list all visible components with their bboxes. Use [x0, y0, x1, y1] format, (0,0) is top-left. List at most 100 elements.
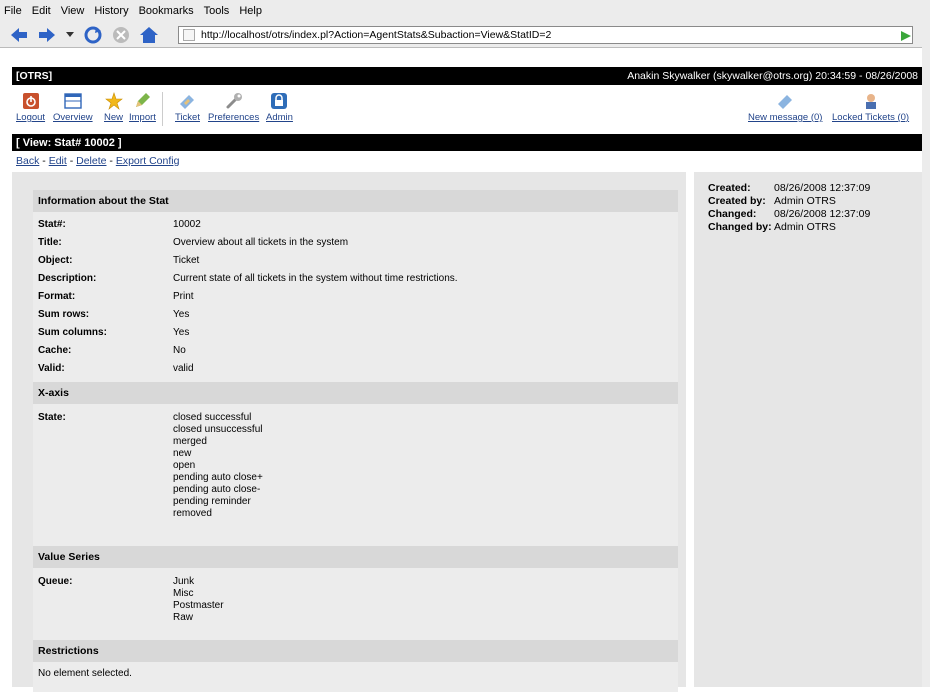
import-link[interactable]: Import	[129, 112, 156, 123]
meta-row: Created: 08/26/2008 12:37:09	[694, 181, 922, 194]
view-title: [ View: Stat# 10002 ]	[16, 136, 122, 149]
meta-key: Changed by:	[708, 220, 772, 233]
page-favicon-icon	[183, 29, 195, 41]
admin-tool[interactable]: Admin	[266, 92, 293, 123]
info-value: 10002	[173, 219, 201, 230]
export-config-link[interactable]: Export Config	[116, 155, 180, 167]
meta-row: Created by: Admin OTRS	[694, 194, 922, 207]
back-link[interactable]: Back	[16, 155, 39, 167]
message-icon	[778, 95, 793, 109]
go-arrow-icon[interactable]	[900, 30, 912, 45]
wrench-icon	[226, 93, 242, 109]
forward-arrow-icon[interactable]	[36, 25, 58, 45]
ticket-tool[interactable]: Ticket	[175, 92, 200, 123]
value-series-key: Queue:	[38, 576, 73, 587]
meta-value: 08/26/2008 12:37:09	[774, 181, 871, 194]
window-edge	[922, 22, 930, 687]
new-link[interactable]: New	[104, 112, 123, 123]
info-value: Yes	[173, 309, 190, 320]
preferences-link[interactable]: Preferences	[208, 112, 259, 123]
logout-tool[interactable]: Logout	[16, 92, 45, 123]
import-tool[interactable]: Import	[129, 92, 156, 123]
user-info: Anakin Skywalker (skywalker@otrs.org) 20…	[627, 70, 918, 82]
separator: -	[39, 155, 49, 167]
value-series-heading: Value Series	[33, 546, 678, 568]
meta-value: 08/26/2008 12:37:09	[774, 207, 871, 220]
menu-view[interactable]: View	[61, 5, 85, 17]
info-key: Title:	[38, 237, 62, 248]
toolbar-divider	[162, 92, 163, 126]
menu-history[interactable]: History	[94, 5, 128, 17]
overview-tool[interactable]: Overview	[53, 92, 93, 123]
lock-icon	[271, 93, 288, 109]
xaxis-row: State: closed successful closed unsucces…	[33, 404, 678, 546]
info-key: Format:	[38, 291, 76, 302]
logout-link[interactable]: Logout	[16, 112, 45, 123]
new-message-link[interactable]: New message (0)	[748, 112, 822, 123]
value-series-value: Postmaster	[173, 600, 224, 611]
home-icon[interactable]	[138, 25, 160, 45]
xaxis-value: pending auto close+	[173, 472, 263, 483]
back-arrow-icon[interactable]	[8, 25, 30, 45]
xaxis-value: pending auto close-	[173, 484, 261, 495]
xaxis-value: new	[173, 448, 192, 459]
xaxis-values: closed successful closed unsuccessful me…	[173, 409, 263, 520]
new-tool[interactable]: New	[104, 92, 123, 123]
app-title: [OTRS]	[16, 70, 53, 82]
otrs-toolbar: Logout Overview New Import Ticket Prefer…	[12, 88, 922, 128]
stat-details-panel: Information about the Stat Stat#: 10002 T…	[12, 172, 686, 692]
menu-file[interactable]: File	[4, 5, 22, 17]
value-series-value: Misc	[173, 588, 194, 599]
restrictions-heading: Restrictions	[33, 640, 678, 662]
menu-bookmarks[interactable]: Bookmarks	[139, 5, 194, 17]
star-icon	[104, 92, 123, 110]
separator: -	[106, 155, 116, 167]
info-row: Object: Ticket	[33, 252, 678, 270]
new-message-tool[interactable]: New message (0)	[748, 92, 822, 123]
xaxis-value: pending reminder	[173, 496, 251, 507]
reload-icon[interactable]	[82, 25, 104, 45]
info-value: Yes	[173, 327, 190, 338]
delete-link[interactable]: Delete	[76, 155, 106, 167]
overview-link[interactable]: Overview	[53, 112, 93, 123]
info-value: Current state of all tickets in the syst…	[173, 273, 458, 284]
xaxis-value: removed	[173, 508, 212, 519]
menu-edit[interactable]: Edit	[32, 5, 51, 17]
history-dropdown-icon[interactable]	[64, 25, 76, 45]
menu-help[interactable]: Help	[239, 5, 262, 17]
info-value: Print	[173, 291, 194, 302]
url-text: http://localhost/otrs/index.pl?Action=Ag…	[201, 29, 552, 41]
restrictions-row: No element selected.	[33, 662, 678, 692]
meta-value: Admin OTRS	[774, 194, 836, 207]
meta-row: Changed: 08/26/2008 12:37:09	[694, 207, 922, 220]
info-key: Stat#:	[38, 219, 66, 230]
value-series-value: Junk	[173, 576, 195, 587]
admin-link[interactable]: Admin	[266, 112, 293, 123]
info-key: Valid:	[38, 363, 65, 374]
menu-tools[interactable]: Tools	[204, 5, 230, 17]
browser-menubar: File Edit View History Bookmarks Tools H…	[0, 0, 930, 22]
info-value: Overview about all tickets in the system	[173, 237, 349, 248]
url-bar[interactable]: http://localhost/otrs/index.pl?Action=Ag…	[178, 26, 913, 44]
ticket-link[interactable]: Ticket	[175, 112, 200, 123]
info-row: Valid: valid	[33, 360, 678, 382]
info-key: Sum rows:	[38, 309, 90, 320]
info-row: Title: Overview about all tickets in the …	[33, 234, 678, 252]
preferences-tool[interactable]: Preferences	[208, 92, 259, 123]
xaxis-value: merged	[173, 436, 207, 447]
xaxis-key: State:	[38, 412, 66, 423]
info-key: Object:	[38, 255, 73, 266]
otrs-header: [OTRS] Anakin Skywalker (skywalker@otrs.…	[12, 67, 922, 85]
stop-icon[interactable]	[110, 25, 132, 45]
edit-link[interactable]: Edit	[49, 155, 67, 167]
separator: -	[66, 155, 77, 167]
locked-tickets-tool[interactable]: Locked Tickets (0)	[832, 92, 909, 123]
locked-tickets-link[interactable]: Locked Tickets (0)	[832, 112, 909, 123]
action-links: Back - Edit - Delete - Export Config	[16, 155, 179, 167]
info-row: Sum columns: Yes	[33, 324, 678, 342]
info-key: Description:	[38, 273, 97, 284]
value-series-row: Queue: Junk Misc Postmaster Raw	[33, 568, 678, 640]
stat-details-table: Information about the Stat Stat#: 10002 T…	[33, 190, 678, 692]
xaxis-value: closed unsuccessful	[173, 424, 263, 435]
meta-panel: Created: 08/26/2008 12:37:09 Created by: A…	[694, 172, 922, 687]
